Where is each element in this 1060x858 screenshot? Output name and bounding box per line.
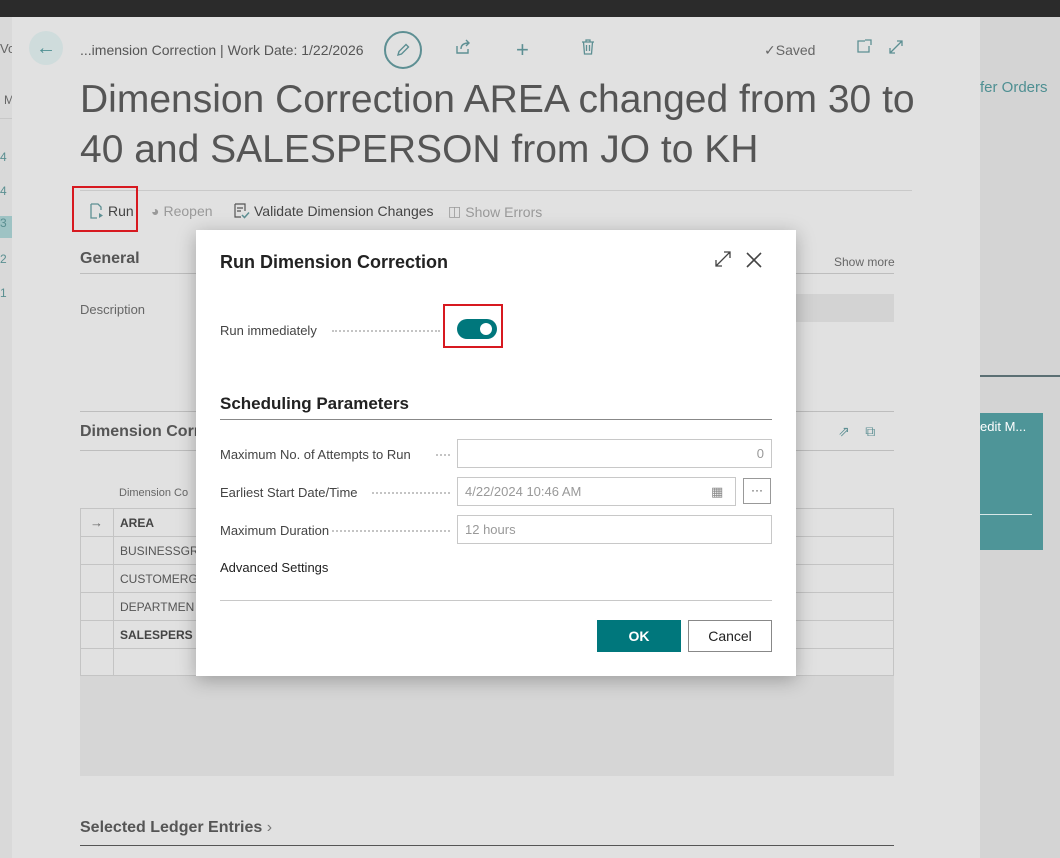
validate-dimension-changes-action[interactable]: Validate Dimension Changes — [234, 203, 434, 219]
add-icon[interactable]: + — [516, 37, 529, 63]
back-arrow-icon: ← — [36, 36, 56, 59]
dimension-code-cell[interactable]: DEPARTMEN — [120, 600, 194, 614]
background-left-number: 4 — [0, 150, 7, 164]
subpage-actions: ⇗ ⧉ — [838, 423, 875, 440]
leader-dots — [436, 454, 450, 456]
expand-icon[interactable] — [888, 39, 904, 60]
ledger-title-label: Selected Ledger Entries — [80, 819, 263, 836]
share-icon[interactable] — [455, 39, 472, 60]
dialog-title: Run Dimension Correction — [220, 252, 449, 272]
earliest-start-label: Earliest Start Date/Time — [220, 485, 358, 500]
saved-label: Saved — [775, 42, 816, 58]
run-immediately-toggle[interactable] — [457, 319, 497, 339]
run-highlight-box — [72, 186, 138, 232]
open-new-window-icon[interactable] — [856, 39, 872, 59]
close-icon[interactable] — [744, 246, 764, 277]
page-title: Dimension Correction AREA changed from 3… — [80, 78, 915, 171]
background-tile-text: edit M... — [980, 419, 1027, 434]
divider — [220, 600, 772, 601]
divider — [980, 375, 1060, 377]
background-left-panel: Vo M 4 4 3 2 1 — [0, 17, 12, 858]
top-bar — [0, 0, 1060, 17]
background-left-prefix: Vo — [0, 41, 12, 56]
current-row-arrow-icon: → — [90, 515, 103, 530]
background-left-number: 3 — [0, 216, 12, 238]
background-left-m: M — [4, 93, 12, 107]
max-duration-field[interactable]: 12 hours — [457, 515, 772, 544]
reopen-icon: ◕ — [151, 203, 160, 219]
validate-label: Validate Dimension Changes — [254, 203, 434, 219]
dimension-code-cell[interactable]: BUSINESSGR — [120, 544, 199, 558]
earliest-start-lookup-button[interactable]: ··· — [743, 478, 771, 504]
background-left-number: 1 — [0, 286, 7, 300]
show-errors-label: Show Errors — [465, 203, 543, 220]
divider — [80, 845, 894, 846]
dimension-code-cell[interactable]: CUSTOMERG — [120, 572, 198, 586]
leader-dots — [332, 330, 440, 332]
show-more-link[interactable]: Show more — [834, 255, 895, 269]
divider — [980, 514, 1032, 515]
run-immediately-label: Run immediately — [220, 323, 317, 338]
dimension-section-title[interactable]: Dimension Corre — [80, 423, 209, 441]
saved-status: ✓Saved — [764, 42, 815, 59]
ok-button[interactable]: OK — [597, 620, 681, 652]
advanced-settings-link[interactable]: Advanced Settings — [220, 560, 328, 575]
background-link: fer Orders — [980, 79, 1048, 96]
general-section-title[interactable]: General — [80, 250, 140, 268]
breadcrumb: ...imension Correction | Work Date: 1/22… — [80, 42, 364, 58]
error-document-icon: ◫ — [448, 203, 462, 219]
share-icon[interactable]: ⇗ — [838, 423, 850, 439]
earliest-start-field[interactable]: 4/22/2024 10:46 AM ▦ — [457, 477, 736, 506]
divider — [220, 419, 772, 420]
dimension-code-cell[interactable]: SALESPERS — [120, 628, 193, 642]
run-dimension-correction-dialog: Run Dimension Correction Run immediately… — [196, 230, 796, 676]
description-field[interactable] — [792, 294, 894, 322]
dimension-code-column-header[interactable]: Dimension Co — [119, 487, 188, 499]
leader-dots — [332, 530, 450, 532]
max-attempts-label: Maximum No. of Attempts to Run — [220, 447, 411, 462]
leader-dots — [372, 492, 450, 494]
description-label: Description — [80, 302, 146, 317]
chevron-right-icon: › — [262, 819, 273, 836]
grid-empty-area — [80, 676, 894, 776]
pencil-icon — [396, 43, 410, 57]
toggle-knob — [480, 323, 492, 335]
reopen-action[interactable]: ◕ Reopen — [151, 203, 213, 219]
max-attempts-field[interactable]: 0 — [457, 439, 772, 468]
dimension-code-cell[interactable]: AREA — [120, 516, 154, 530]
earliest-start-value: 4/22/2024 10:46 AM — [465, 484, 582, 499]
calendar-icon[interactable]: ▦ — [711, 484, 723, 500]
selected-ledger-entries-title[interactable]: Selected Ledger Entries › — [80, 819, 272, 837]
reopen-label: Reopen — [163, 203, 213, 219]
delete-icon[interactable] — [581, 39, 595, 60]
divider — [0, 118, 12, 119]
background-tile: edit M... — [980, 413, 1043, 550]
background-right-panel: fer Orders edit M... — [980, 17, 1060, 858]
background-left-number: 4 — [0, 184, 7, 198]
divider — [80, 190, 912, 191]
background-left-number: 2 — [0, 252, 7, 266]
cancel-button[interactable]: Cancel — [688, 620, 772, 652]
check-icon: ✓ — [764, 42, 776, 58]
edit-button[interactable] — [384, 31, 422, 69]
max-duration-label: Maximum Duration — [220, 523, 330, 538]
show-errors-action[interactable]: ◫ Show Errors — [448, 203, 542, 220]
back-button[interactable]: ← — [29, 31, 63, 65]
scheduling-parameters-title: Scheduling Parameters — [220, 394, 409, 413]
expand-dialog-icon[interactable] — [714, 250, 732, 273]
open-in-new-icon[interactable]: ⧉ — [865, 423, 875, 439]
validate-icon — [234, 203, 250, 219]
